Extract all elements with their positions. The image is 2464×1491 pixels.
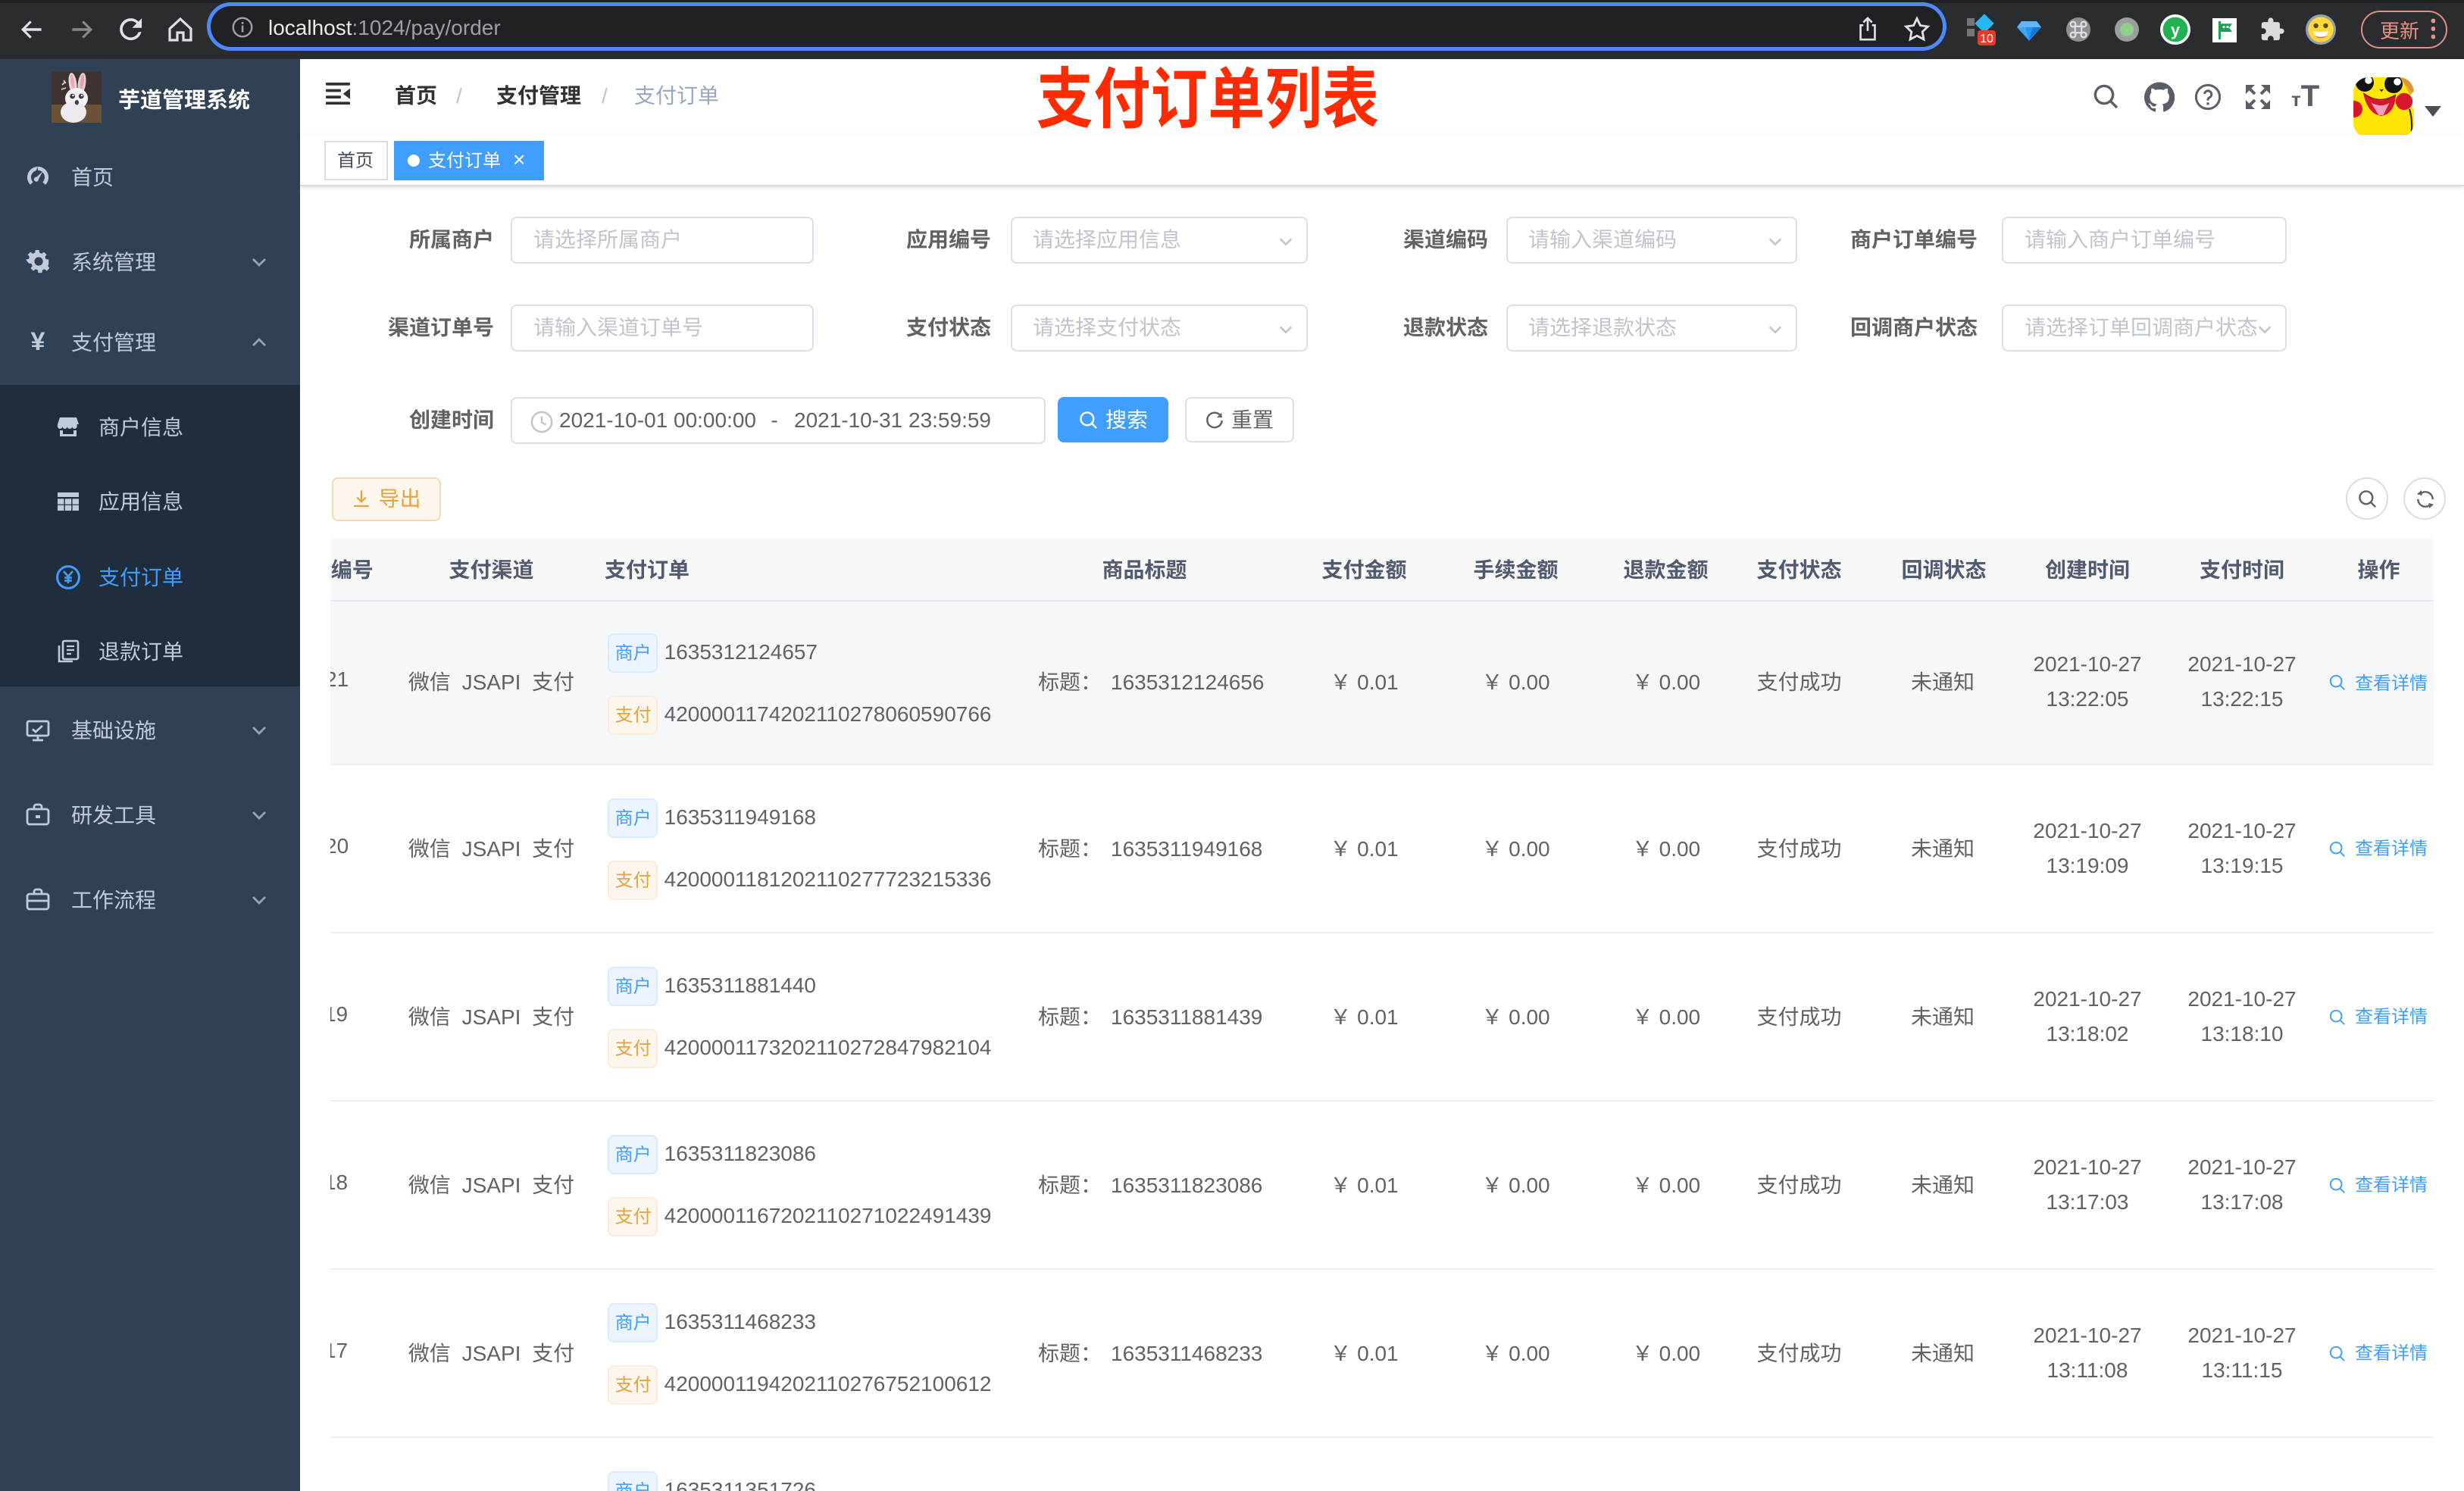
svg-text:10: 10 — [1980, 32, 1993, 45]
svg-text:y: y — [2170, 20, 2180, 39]
